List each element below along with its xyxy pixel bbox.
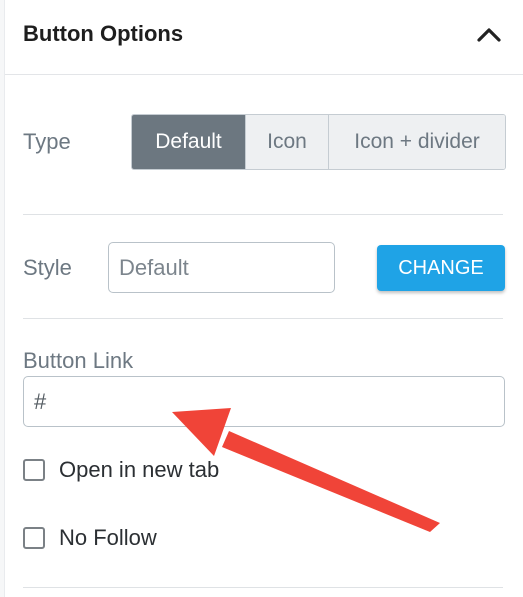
no-follow-option[interactable]: No Follow	[23, 525, 157, 551]
open-new-tab-checkbox[interactable]	[23, 459, 45, 481]
button-link-label: Button Link	[23, 348, 134, 373]
section-header[interactable]: Button Options	[5, 0, 523, 75]
type-option-icon[interactable]: Icon	[245, 115, 328, 169]
style-label: Style	[23, 255, 72, 280]
type-segmented-control: Default Icon Icon + divider	[131, 114, 506, 170]
divider	[23, 214, 503, 215]
style-input-value: Default	[119, 254, 189, 280]
chevron-up-icon[interactable]	[475, 25, 503, 45]
divider	[23, 587, 503, 588]
button-link-input[interactable]: #	[23, 376, 505, 427]
type-option-icon-divider[interactable]: Icon + divider	[328, 115, 505, 169]
style-input[interactable]: Default	[108, 242, 335, 293]
type-option-default[interactable]: Default	[132, 115, 245, 169]
divider	[23, 318, 503, 319]
no-follow-checkbox[interactable]	[23, 527, 45, 549]
no-follow-label[interactable]: No Follow	[59, 525, 157, 551]
button-options-panel: Button Options Type Default Icon Icon + …	[4, 0, 523, 597]
type-label: Type	[23, 129, 71, 154]
open-new-tab-option[interactable]: Open in new tab	[23, 457, 219, 483]
section-title: Button Options	[23, 21, 184, 46]
change-button[interactable]: CHANGE	[377, 245, 505, 291]
button-link-value: #	[34, 388, 47, 414]
open-new-tab-label[interactable]: Open in new tab	[59, 457, 219, 483]
